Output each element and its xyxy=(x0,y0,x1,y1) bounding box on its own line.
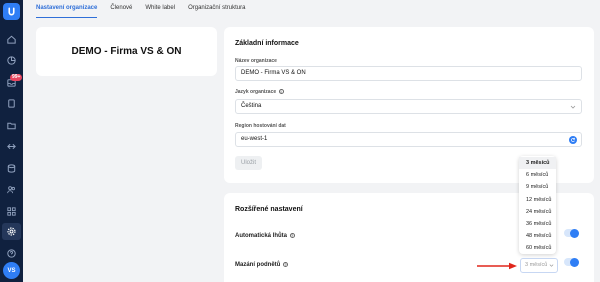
org-name-label: Název organizace xyxy=(235,58,277,64)
region-value: eu-west-1 xyxy=(241,136,268,142)
dropdown-option[interactable]: 24 měsíců xyxy=(519,206,556,218)
org-language-value: Čeština xyxy=(241,103,262,109)
folder-icon[interactable] xyxy=(5,119,18,132)
tab-org-structure[interactable]: Organizační struktura xyxy=(188,0,245,18)
retention-select-value: 3 měsíců xyxy=(525,262,548,268)
settings-icon[interactable] xyxy=(5,225,18,238)
refresh-icon[interactable] xyxy=(569,136,577,144)
info-icon[interactable]: i xyxy=(278,89,284,95)
delete-reports-toggle[interactable] xyxy=(564,257,579,267)
dropdown-option[interactable]: 12 měsíců xyxy=(519,194,556,206)
dropdown-option[interactable]: 9 měsíců xyxy=(519,181,556,193)
database-icon[interactable] xyxy=(5,162,18,175)
red-arrow-annotation xyxy=(477,262,517,270)
home-icon[interactable] xyxy=(5,33,18,46)
delete-reports-label: Mazání podnětů xyxy=(235,262,281,269)
tab-white-label[interactable]: White label xyxy=(145,0,175,18)
auto-deadline-label: Automatická lhůta xyxy=(235,233,288,240)
tab-organization-settings[interactable]: Nastavení organizace xyxy=(36,0,98,18)
organization-card: DEMO - Firma VS & ON xyxy=(36,27,217,76)
auto-deadline-row: Automatická lhůta ? xyxy=(235,233,295,239)
save-button[interactable]: Uložit xyxy=(235,156,262,170)
people-icon[interactable] xyxy=(5,183,18,196)
chevron-down-icon xyxy=(549,264,554,267)
dropdown-option[interactable]: 60 měsíců xyxy=(519,242,556,254)
info-icon[interactable]: ? xyxy=(289,233,295,238)
chart-icon[interactable] xyxy=(5,54,18,67)
org-language-label-text: Jazyk organizace xyxy=(235,89,277,95)
advanced-settings-title: Rozšířené nastavení xyxy=(235,206,303,213)
org-language-select[interactable]: Čeština xyxy=(235,99,582,114)
settings-tabs: Nastavení organizace Členové White label… xyxy=(36,0,245,18)
organization-name: DEMO - Firma VS & ON xyxy=(71,46,182,57)
org-language-label: Jazyk organizace i xyxy=(235,89,284,95)
retention-dropdown: 3 měsíců 6 měsíců 9 měsíců 12 měsíců 24 … xyxy=(519,156,556,254)
region-label: Region hostování dat xyxy=(235,123,286,129)
region-field[interactable]: eu-west-1 xyxy=(235,132,582,147)
app-logo[interactable] xyxy=(3,3,20,20)
dropdown-option[interactable]: 3 měsíců xyxy=(519,157,556,170)
tab-members[interactable]: Členové xyxy=(110,0,132,18)
delete-reports-row: Mazání podnětů ? xyxy=(235,262,289,269)
dropdown-option[interactable]: 36 měsíců xyxy=(519,218,556,230)
avatar[interactable]: VS xyxy=(3,262,20,279)
help-icon[interactable] xyxy=(5,247,18,260)
grid-icon[interactable] xyxy=(5,205,18,218)
auto-deadline-toggle[interactable] xyxy=(564,228,579,238)
sidebar: 99+ VS xyxy=(0,0,23,282)
logo-icon xyxy=(8,7,15,16)
retention-select[interactable]: 3 měsíců xyxy=(520,258,558,273)
document-icon[interactable] xyxy=(5,97,18,110)
dropdown-option[interactable]: 48 měsíců xyxy=(519,230,556,242)
org-name-field[interactable]: DEMO - Firma VS & ON xyxy=(235,66,582,81)
dropdown-option[interactable]: 6 měsíců xyxy=(519,169,556,181)
arrows-icon[interactable] xyxy=(5,140,18,153)
notification-badge: 99+ xyxy=(10,74,23,81)
chevron-down-icon xyxy=(570,105,576,109)
info-icon[interactable]: ? xyxy=(283,262,289,267)
basic-info-title: Základní informace xyxy=(235,40,299,47)
